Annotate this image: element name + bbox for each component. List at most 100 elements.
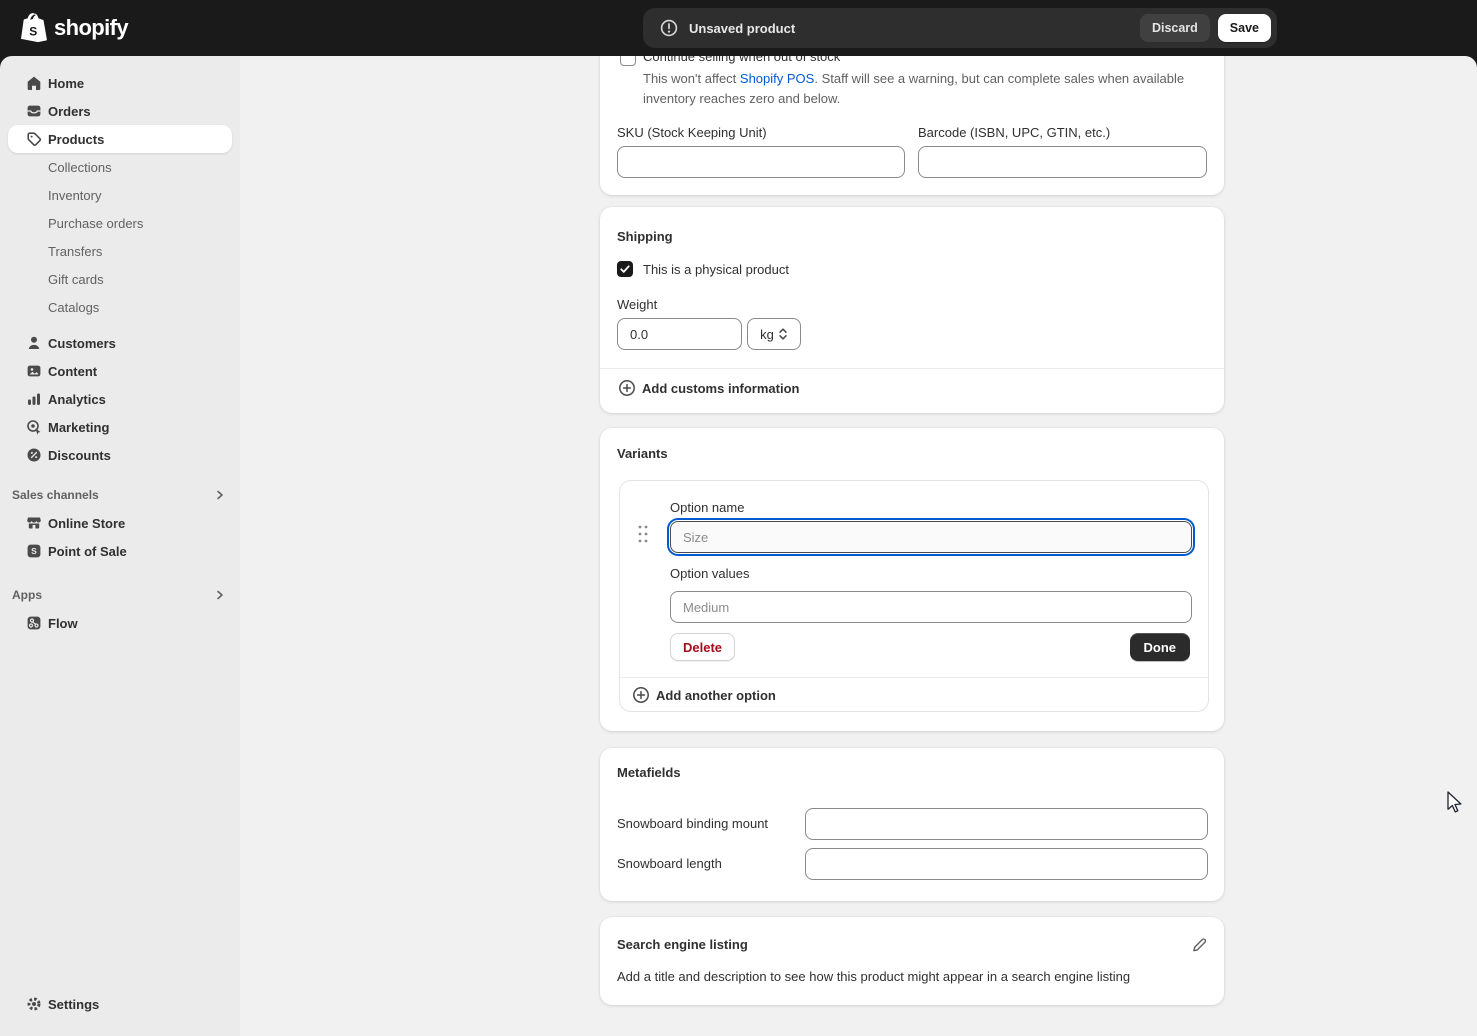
metafields-card: Metafields Snowboard binding mount Snowb… [600,748,1224,901]
seo-title: Search engine listing [617,937,748,952]
sidebar-item-catalogs[interactable]: Catalogs [8,293,232,321]
sidebar-item-label: Online Store [48,516,125,531]
sidebar-item-discounts[interactable]: Discounts [8,441,232,469]
variants-card: Variants Option name Option values Delet… [600,428,1224,731]
delete-label: Delete [683,640,722,655]
sidebar-item-settings[interactable]: Settings [8,990,232,1018]
weight-unit-value: kg [760,327,774,342]
add-another-option-label: Add another option [656,688,776,703]
sidebar-item-inventory[interactable]: Inventory [8,181,232,209]
shipping-divider [600,368,1224,369]
save-button[interactable]: Save [1218,14,1271,42]
sku-input[interactable] [617,146,905,178]
sidebar-item-label: Transfers [48,244,102,259]
weight-input[interactable] [617,318,742,350]
add-another-option-button[interactable]: Add another option [632,686,776,704]
sidebar-section-sales-channels[interactable]: Sales channels [0,481,240,509]
sidebar-item-marketing[interactable]: Marketing [8,413,232,441]
svg-text:S: S [31,546,37,556]
discounts-icon [26,447,42,463]
shipping-title: Shipping [617,229,673,244]
alert-icon [659,18,679,38]
frame-corner-left [0,56,12,68]
weight-unit-select[interactable]: kg [747,318,801,350]
sidebar-item-transfers[interactable]: Transfers [8,237,232,265]
edit-seo-button[interactable] [1188,934,1210,956]
pos-note: This won't affect Shopify POS. Staff wil… [643,69,1188,109]
svg-text:S: S [29,25,37,39]
sidebar-item-label: Gift cards [48,272,104,287]
option-values-label: Option values [670,566,750,581]
sidebar-item-label: Point of Sale [48,544,127,559]
content-icon [26,363,42,379]
sidebar-item-gift-cards[interactable]: Gift cards [8,265,232,293]
sku-label: SKU (Stock Keeping Unit) [617,125,767,140]
sidebar-item-collections[interactable]: Collections [8,153,232,181]
sidebar-item-label: Catalogs [48,300,99,315]
sidebar-item-online-store[interactable]: Online Store [8,509,232,537]
flow-icon [26,615,42,631]
variants-divider [620,677,1208,678]
option-value-input[interactable] [670,591,1192,623]
barcode-label: Barcode (ISBN, UPC, GTIN, etc.) [918,125,1110,140]
shopify-pos-link[interactable]: Shopify POS [740,71,814,86]
sidebar-item-label: Purchase orders [48,216,143,231]
variant-option-editor: Option name Option values Delete Done Ad… [619,480,1209,712]
sidebar-item-home[interactable]: Home [8,69,232,97]
online-store-icon [26,515,42,531]
sidebar-item-content[interactable]: Content [8,357,232,385]
metafield-label: Snowboard length [617,848,722,880]
discard-button[interactable]: Discard [1140,14,1210,42]
section-label: Apps [12,588,42,602]
chevron-right-icon [214,589,226,601]
customers-icon [26,335,42,351]
sidebar-item-orders[interactable]: Orders [8,97,232,125]
sidebar-item-customers[interactable]: Customers [8,329,232,357]
barcode-input[interactable] [918,146,1207,178]
discard-label: Discard [1152,21,1198,35]
sidebar-item-label: Inventory [48,188,101,203]
option-name-input[interactable] [670,521,1192,553]
delete-option-button[interactable]: Delete [670,633,735,661]
home-icon [26,75,42,91]
sidebar-item-label: Flow [48,616,78,631]
physical-product-checkbox[interactable] [617,261,633,277]
sidebar-item-products[interactable]: Products [8,125,232,153]
banner-message: Unsaved product [689,21,1140,36]
shopify-logo[interactable]: S shopify [20,13,128,43]
shopify-bag-icon: S [20,13,47,43]
done-button[interactable]: Done [1130,633,1191,661]
sidebar-item-label: Products [48,132,104,147]
sidebar-item-label: Marketing [48,420,109,435]
snowboard-length-input[interactable] [805,848,1208,880]
sidebar-item-label: Settings [48,997,99,1012]
checkmark-icon [619,263,631,275]
pencil-icon [1191,937,1207,953]
sidebar-item-label: Collections [48,160,112,175]
save-label: Save [1230,21,1259,35]
analytics-icon [26,391,42,407]
pos-note-before: This won't affect [643,71,740,86]
sidebar-item-analytics[interactable]: Analytics [8,385,232,413]
topbar: S shopify Unsaved product Discard Save [0,0,1477,56]
shopify-wordmark: shopify [54,15,128,41]
frame-corner-right [1465,56,1477,68]
products-icon [26,131,42,147]
sidebar-item-label: Analytics [48,392,106,407]
sidebar-item-purchase-orders[interactable]: Purchase orders [8,209,232,237]
plus-circle-icon [618,379,636,397]
physical-product-label: This is a physical product [643,262,789,277]
sidebar-item-label: Discounts [48,448,111,463]
done-label: Done [1144,640,1177,655]
sidebar-item-point-of-sale[interactable]: S Point of Sale [8,537,232,565]
metafield-label: Snowboard binding mount [617,808,768,840]
add-customs-button[interactable]: Add customs information [618,379,799,397]
seo-description: Add a title and description to see how t… [617,969,1130,984]
sidebar-item-flow[interactable]: Flow [8,609,232,637]
sidebar-item-label: Customers [48,336,116,351]
snowboard-binding-mount-input[interactable] [805,808,1208,840]
add-customs-label: Add customs information [642,381,799,396]
drag-handle-icon[interactable] [636,523,650,545]
option-name-label: Option name [670,500,744,515]
sidebar-section-apps[interactable]: Apps [0,581,240,609]
